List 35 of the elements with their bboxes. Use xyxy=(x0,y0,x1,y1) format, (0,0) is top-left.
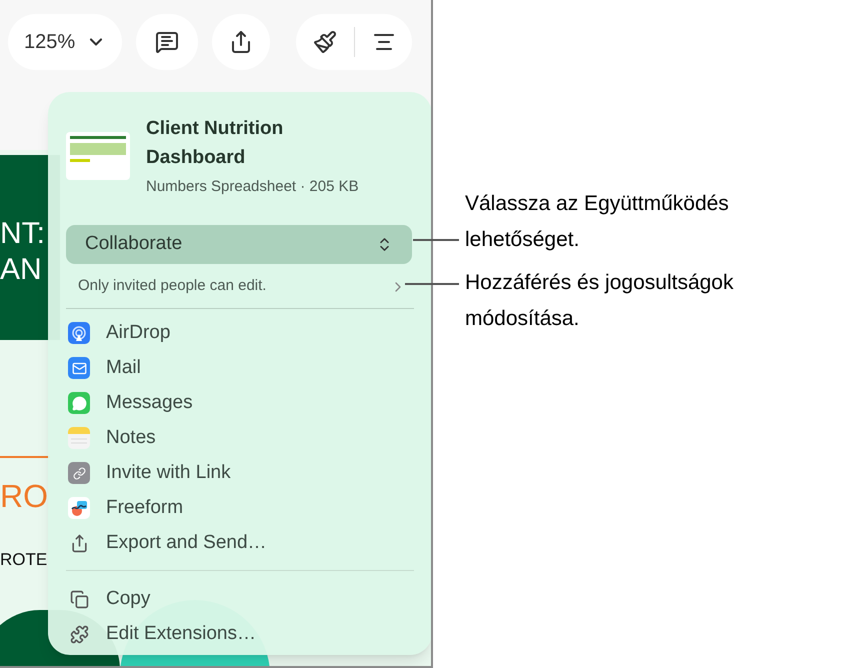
mail-icon xyxy=(68,357,90,379)
share-menu-item[interactable]: Mail xyxy=(68,350,414,386)
zoom-menu[interactable]: 125% xyxy=(8,14,122,70)
section-rule xyxy=(0,456,50,458)
share-menu-item[interactable]: Messages xyxy=(68,386,414,420)
banner-text: NT: xyxy=(0,216,46,252)
comment-icon xyxy=(155,30,179,54)
link-icon xyxy=(68,462,90,484)
share-icon xyxy=(229,30,253,54)
share-menu-item[interactable]: AirDrop xyxy=(68,316,414,350)
file-title: Client Nutrition Dashboard xyxy=(146,117,284,170)
copy-icon xyxy=(68,588,90,610)
airdrop-icon xyxy=(68,322,90,344)
share-menu-item[interactable]: Notes xyxy=(68,420,414,456)
permissions-link[interactable]: Only invited people can edit. xyxy=(66,272,414,302)
spreadsheet-thumbnail xyxy=(66,132,130,180)
leader-line xyxy=(413,239,459,241)
section-heading: RO xyxy=(0,480,48,512)
paintbrush-icon[interactable] xyxy=(312,30,336,54)
notepad-icon xyxy=(68,427,90,449)
share-menu-item[interactable]: Export and Send… xyxy=(68,526,414,560)
speech-bubble-icon xyxy=(68,392,90,414)
share-menu-item[interactable]: Invite with Link xyxy=(68,456,414,490)
collaborate-dropdown[interactable]: Collaborate xyxy=(66,224,412,264)
file-info: Numbers Spreadsheet · 205 KB xyxy=(146,177,359,197)
share-menu-item[interactable]: Copy xyxy=(68,582,414,616)
callout-text: Válassza az Együttműködés lehetőséget. xyxy=(465,191,730,253)
puzzle-icon xyxy=(68,623,90,645)
document-text: ROTE xyxy=(0,551,48,568)
leader-line xyxy=(405,283,459,285)
share-menu-item[interactable]: Edit Extensions… xyxy=(68,616,414,652)
share-menu-item[interactable]: Freeform xyxy=(68,490,414,526)
callout-text: Hozzáférés és jogosultságok módosítása. xyxy=(465,270,734,332)
banner-text: AN xyxy=(0,252,43,288)
freeform-icon xyxy=(68,497,90,519)
